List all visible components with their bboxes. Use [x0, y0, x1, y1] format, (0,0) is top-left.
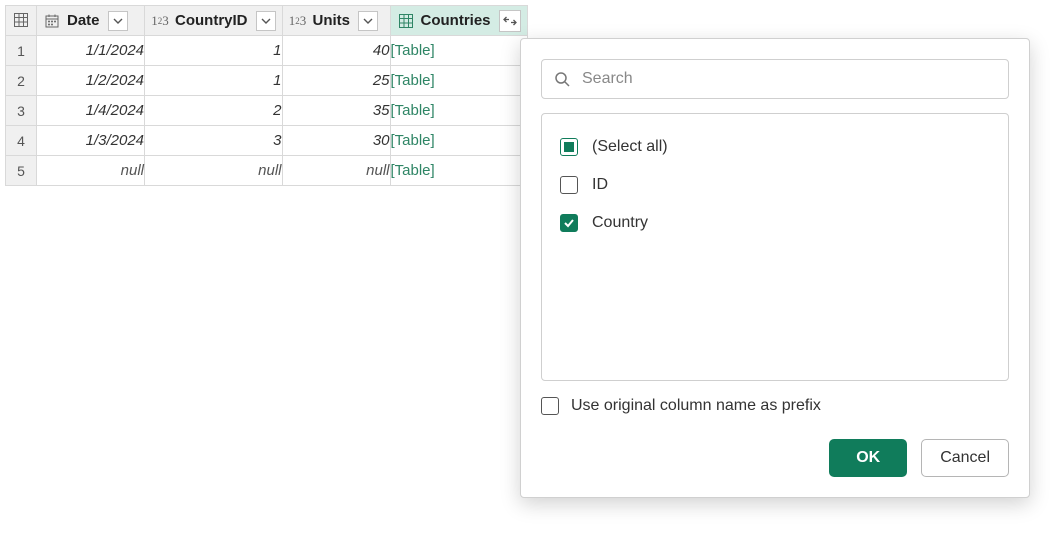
column-label: Countries [419, 12, 493, 29]
option-label: ID [592, 176, 608, 194]
search-input[interactable] [580, 69, 996, 89]
cell-countries-table-link[interactable]: [Table] [390, 66, 527, 96]
prefix-label: Use original column name as prefix [571, 397, 821, 415]
cell-date[interactable]: null [37, 156, 145, 186]
row-number[interactable]: 4 [6, 126, 37, 156]
column-header-countries[interactable]: Countries [390, 6, 527, 36]
cell-date[interactable]: 1/2/2024 [37, 66, 145, 96]
cell-countryid[interactable]: null [145, 156, 283, 186]
filter-dropdown-button[interactable] [358, 11, 378, 31]
table-icon [397, 12, 415, 30]
cell-countryid[interactable]: 1 [145, 66, 283, 96]
checkbox-unchecked[interactable] [560, 176, 578, 194]
cell-countryid[interactable]: 2 [145, 96, 283, 126]
option-id[interactable]: ID [560, 166, 990, 204]
checkbox-indeterminate[interactable] [560, 138, 578, 156]
option-label: Country [592, 214, 648, 232]
data-grid: Date 123 CountryID 123 Uni [5, 5, 528, 186]
row-number[interactable]: 5 [6, 156, 37, 186]
number-type-icon: 123 [289, 12, 307, 30]
checkbox-checked[interactable] [560, 214, 578, 232]
cell-date[interactable]: 1/4/2024 [37, 96, 145, 126]
table-row[interactable]: 11/1/2024140[Table] [6, 36, 528, 66]
option-country[interactable]: Country [560, 204, 990, 242]
table-row[interactable]: 21/2/2024125[Table] [6, 66, 528, 96]
search-icon [554, 71, 570, 87]
grid-corner[interactable] [6, 6, 37, 36]
column-label: Units [311, 12, 353, 29]
row-number[interactable]: 1 [6, 36, 37, 66]
table-icon [12, 11, 30, 29]
chevron-down-icon [261, 16, 271, 26]
filter-dropdown-button[interactable] [108, 11, 128, 31]
cell-countryid[interactable]: 1 [145, 36, 283, 66]
option-select-all[interactable]: (Select all) [560, 128, 990, 166]
column-list: (Select all) ID Country [541, 113, 1009, 381]
cell-units[interactable]: 30 [282, 126, 390, 156]
checkbox-unchecked[interactable] [541, 397, 559, 415]
cell-countries-table-link[interactable]: [Table] [390, 156, 527, 186]
table-row[interactable]: 5nullnullnull[Table] [6, 156, 528, 186]
cancel-button[interactable]: Cancel [921, 439, 1009, 477]
expand-column-popup: (Select all) ID Country Use original col… [520, 38, 1030, 498]
number-type-icon: 123 [151, 12, 169, 30]
calendar-icon [43, 12, 61, 30]
cell-countries-table-link[interactable]: [Table] [390, 96, 527, 126]
expand-column-button[interactable] [499, 10, 521, 32]
cell-units[interactable]: null [282, 156, 390, 186]
cell-units[interactable]: 35 [282, 96, 390, 126]
column-header-units[interactable]: 123 Units [282, 6, 390, 36]
column-label: CountryID [173, 12, 250, 29]
row-number[interactable]: 3 [6, 96, 37, 126]
column-header-countryid[interactable]: 123 CountryID [145, 6, 283, 36]
cell-countries-table-link[interactable]: [Table] [390, 126, 527, 156]
cell-date[interactable]: 1/1/2024 [37, 36, 145, 66]
table-row[interactable]: 41/3/2024330[Table] [6, 126, 528, 156]
option-label: (Select all) [592, 138, 668, 156]
table-row[interactable]: 31/4/2024235[Table] [6, 96, 528, 126]
check-icon [563, 217, 575, 229]
column-label: Date [65, 12, 102, 29]
row-number[interactable]: 2 [6, 66, 37, 96]
cell-date[interactable]: 1/3/2024 [37, 126, 145, 156]
chevron-down-icon [113, 16, 123, 26]
chevron-down-icon [363, 16, 373, 26]
ok-button[interactable]: OK [829, 439, 907, 477]
prefix-option[interactable]: Use original column name as prefix [541, 397, 1009, 415]
cell-units[interactable]: 25 [282, 66, 390, 96]
filter-dropdown-button[interactable] [256, 11, 276, 31]
expand-icon [503, 15, 517, 27]
cell-countryid[interactable]: 3 [145, 126, 283, 156]
cell-countries-table-link[interactable]: [Table] [390, 36, 527, 66]
cell-units[interactable]: 40 [282, 36, 390, 66]
column-header-date[interactable]: Date [37, 6, 145, 36]
search-box[interactable] [541, 59, 1009, 99]
